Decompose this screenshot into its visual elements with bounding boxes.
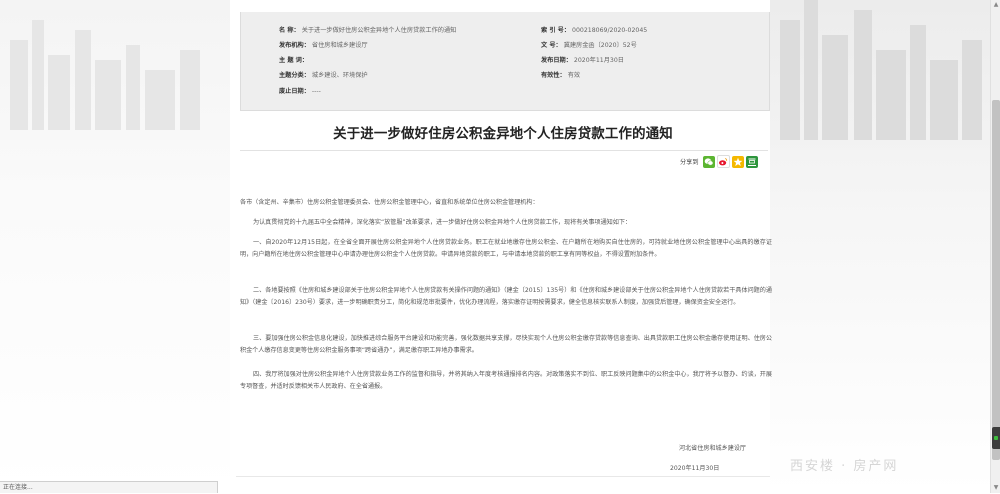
paragraph-1: 一、自2020年12月15日起，在全省全面开展住房公积金异地个人住房贷款业务。职… (240, 239, 772, 258)
meta-name: 名 称： 关于进一步做好住房公积金异地个人住房贷款工作的通知 (279, 26, 456, 36)
side-float-widget[interactable] (992, 427, 1000, 449)
widget-indicator-icon (994, 436, 998, 440)
scroll-down-arrow-icon[interactable]: ▼ (991, 483, 1000, 493)
meta-abolish-value: ---- (311, 88, 321, 95)
paragraph-4: 四、我厅将加强对住房公积金异地个人住房贷款业务工作的监督和指导，并将其纳入年度考… (240, 371, 772, 390)
share-bar: 分享到 (680, 155, 758, 168)
wechat-icon[interactable] (702, 155, 715, 168)
signature: 河北省住房和城乡建设厅 (679, 445, 747, 452)
document-page: 名 称： 关于进一步做好住房公积金异地个人住房贷款工作的通知 索 引 号： 00… (236, 0, 772, 493)
title-divider (240, 150, 768, 151)
meta-category: 主题分类： 城乡建设、环境保护 (279, 71, 368, 81)
salutation: 各市（含定州、辛集市）住房公积金管理委员会、住房公积金管理中心，省直和系统单位住… (240, 199, 539, 206)
meta-issuer-value: 省住房和城乡建设厅 (311, 42, 368, 49)
share-label: 分享到 (680, 159, 699, 166)
vertical-scrollbar[interactable]: ▲ ▼ (990, 0, 1000, 493)
browser-status-bar: 正在连接... (0, 481, 218, 493)
meta-docno-label: 文 号： (541, 42, 562, 49)
scroll-up-arrow-icon[interactable]: ▲ (991, 0, 1000, 10)
weibo-icon[interactable] (716, 155, 730, 168)
meta-index-value: 000218069/2020-02045 (572, 27, 648, 34)
meta-docno: 文 号： 冀建房金函〔2020〕52号 (541, 41, 637, 51)
paragraph-2: 二、各地要按照《住房和城乡建设部关于住房公积金异地个人住房贷款有关操作问题的通知… (240, 287, 772, 306)
meta-validity: 有效性： 有效 (541, 71, 580, 81)
meta-index: 索 引 号： 000218069/2020-02045 (541, 26, 647, 36)
background-skyline-right (770, 0, 990, 493)
meta-name-value: 关于进一步做好住房公积金异地个人住房贷款工作的通知 (301, 27, 457, 34)
meta-abolish-label: 废止日期： (279, 88, 310, 95)
meta-category-value: 城乡建设、环境保护 (311, 72, 368, 79)
meta-issuer-label: 发布机构： (279, 42, 310, 49)
paragraph-intro: 为认真贯彻党的十九届五中全会精神，深化落实“放管服”改革要求，进一步做好住房公积… (253, 219, 632, 226)
meta-date-value: 2020年11月30日 (573, 57, 624, 64)
meta-keywords: 主 题 词： (279, 56, 310, 66)
footer-divider (236, 476, 770, 477)
meta-date: 发布日期： 2020年11月30日 (541, 56, 624, 66)
meta-name-label: 名 称： (279, 27, 300, 34)
meta-index-label: 索 引 号： (541, 27, 571, 34)
watermark: 西安楼 · 房产网 (790, 459, 899, 474)
meta-date-label: 发布日期： (541, 57, 572, 64)
paragraph-3: 三、要加强住房公积金信息化建设，加快推进综合服务平台建设和功能完善，强化数据共享… (240, 335, 772, 354)
douban-icon[interactable] (745, 155, 758, 168)
meta-validity-label: 有效性： (541, 72, 566, 79)
meta-validity-value: 有效 (567, 72, 581, 79)
meta-abolish: 废止日期： ---- (279, 87, 321, 97)
meta-docno-value: 冀建房金函〔2020〕52号 (563, 42, 637, 49)
meta-category-label: 主题分类： (279, 72, 310, 79)
sign-date: 2020年11月30日 (670, 465, 720, 472)
background-skyline-left (0, 0, 230, 493)
document-metadata: 名 称： 关于进一步做好住房公积金异地个人住房贷款工作的通知 索 引 号： 00… (240, 12, 770, 111)
document-title: 关于进一步做好住房公积金异地个人住房贷款工作的通知 (333, 127, 673, 142)
scroll-thumb[interactable] (992, 100, 1000, 460)
qzone-icon[interactable] (731, 155, 744, 168)
meta-issuer: 发布机构： 省住房和城乡建设厅 (279, 41, 368, 51)
meta-keywords-label: 主 题 词： (279, 57, 309, 64)
